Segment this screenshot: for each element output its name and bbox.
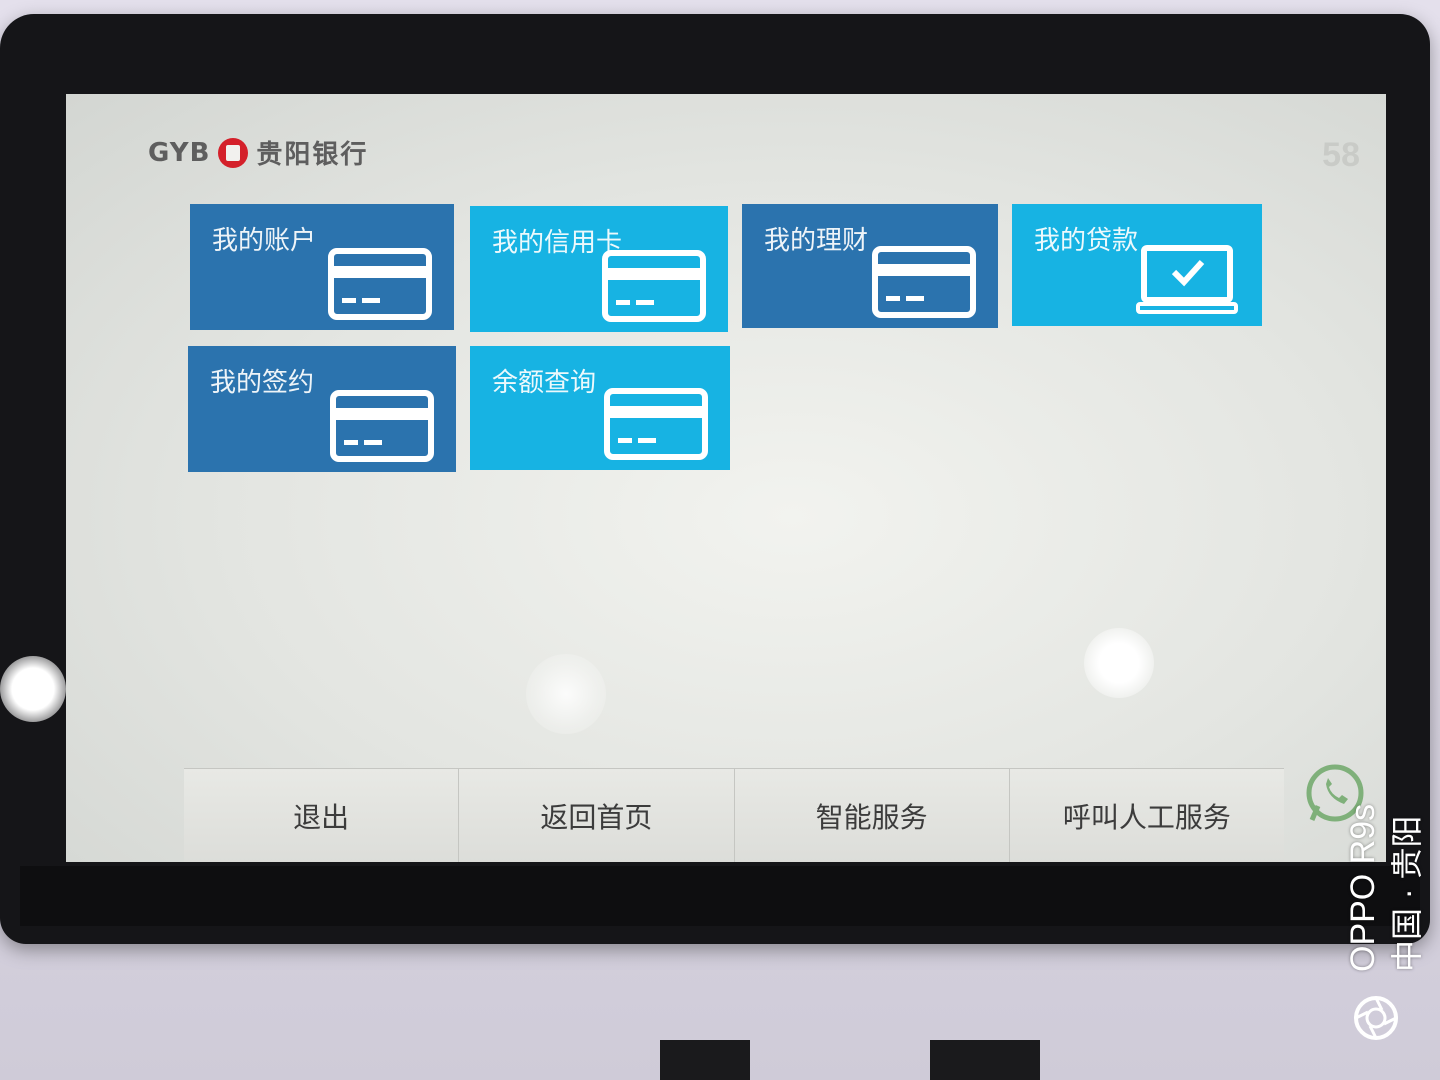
countdown-timer: 58 xyxy=(1322,136,1360,174)
kiosk-stand xyxy=(930,1040,1040,1080)
light-glare xyxy=(1084,628,1154,698)
tile-my-account[interactable]: 我的账户 xyxy=(190,204,454,330)
bank-logo-mark-icon xyxy=(218,137,249,168)
home-button[interactable]: 返回首页 xyxy=(458,769,733,862)
camera-aperture-icon xyxy=(1354,996,1398,1040)
tile-label: 我的贷款 xyxy=(1034,226,1139,256)
kiosk-screen: GYB 贵阳银行 58 我的账户 我的信用卡 我的理财 我的贷款 我的签约 余额… xyxy=(66,94,1386,862)
tile-my-loan[interactable]: 我的贷款 xyxy=(1012,204,1262,326)
tile-label: 我的理财 xyxy=(764,226,869,256)
watermark-location: 中国 · 贵阳 xyxy=(1389,815,1425,972)
logo-name: 贵阳银行 xyxy=(256,140,369,170)
exit-button[interactable]: 退出 xyxy=(184,769,458,862)
tile-label: 余额查询 xyxy=(492,368,597,398)
camera-watermark: OPPO R9s 中国 · 贵阳 xyxy=(1330,790,1425,990)
tile-my-wealth[interactable]: 我的理财 xyxy=(742,204,998,328)
light-glare xyxy=(526,654,606,734)
logo-abbr: GYB xyxy=(148,137,211,168)
tile-my-contracts[interactable]: 我的签约 xyxy=(188,346,456,472)
tile-my-credit-card[interactable]: 我的信用卡 xyxy=(470,206,728,332)
bank-card-icon xyxy=(330,390,434,462)
watermark-device: OPPO R9s xyxy=(1344,803,1382,972)
tile-balance-inquiry[interactable]: 余额查询 xyxy=(470,346,730,470)
kiosk-stand xyxy=(660,1040,750,1080)
bottom-action-bar: 退出 返回首页 智能服务 呼叫人工服务 xyxy=(184,768,1284,862)
bank-card-icon xyxy=(602,250,706,322)
bank-card-icon xyxy=(872,246,976,318)
tile-label: 我的账户 xyxy=(212,226,317,256)
tile-label: 我的签约 xyxy=(210,368,315,398)
bank-logo: GYB 贵阳银行 xyxy=(148,134,368,171)
bank-card-icon xyxy=(604,388,708,460)
laptop-check-icon xyxy=(1136,245,1238,314)
call-staff-button[interactable]: 呼叫人工服务 xyxy=(1008,769,1284,862)
kiosk-bezel-lower xyxy=(20,866,1420,926)
smart-service-button[interactable]: 智能服务 xyxy=(733,769,1009,862)
bank-card-icon xyxy=(328,248,432,320)
